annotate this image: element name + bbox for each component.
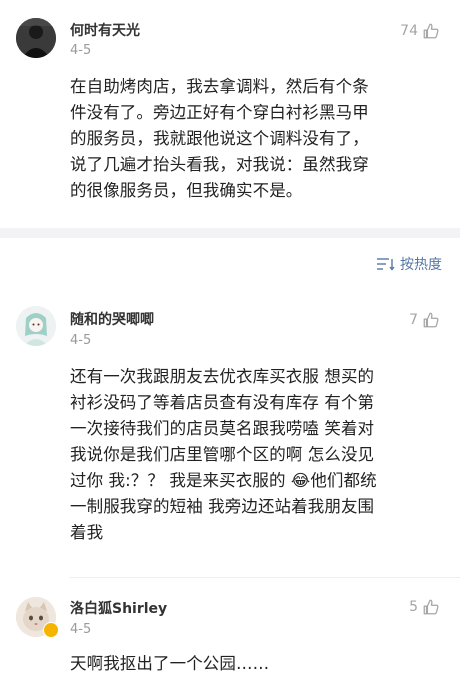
comment-line: 一次接待我们的店员莫名跟我唠嗑 笑着对 (70, 419, 375, 438)
laughing-crying-emoji: 😂 (290, 471, 311, 490)
section-divider (0, 228, 460, 238)
like-button[interactable]: 7 (409, 309, 440, 331)
comment-line: 天啊我抠出了一个公园…… (70, 654, 270, 673)
comment-date: 4-5 (70, 333, 92, 348)
sort-icon (377, 258, 395, 271)
sort-label: 按热度 (400, 257, 442, 273)
username[interactable]: 洛白狐Shirley (70, 598, 167, 618)
like-button[interactable]: 74 (400, 20, 440, 42)
like-count: 74 (400, 23, 418, 39)
comment-line: 着我 (70, 523, 104, 542)
comment-text: 还有一次我跟朋友去优衣库买衣服 想买的 衬衫没码了等着店员查有没有库存 有个第 … (70, 364, 445, 546)
comment-line-segment: 他们都统 (310, 471, 377, 490)
comment-line: 还有一次我跟朋友去优衣库买衣服 想买的 (70, 367, 375, 386)
verified-badge (43, 622, 59, 638)
like-button[interactable]: 5 (409, 596, 440, 618)
comment-line-segment: 过你 我:？？ 我是来买衣服的 (70, 471, 286, 490)
avatar[interactable] (16, 18, 56, 58)
avatar[interactable] (16, 306, 56, 346)
comment-text: 天啊我抠出了一个公园…… (70, 651, 445, 677)
comment-line: 一制服我穿的短袖 我旁边还站着我朋友围 (70, 497, 375, 516)
avatar-image (16, 306, 56, 346)
comment-line: 的服务员，我就跟他说这个调料没有了， (70, 129, 369, 148)
comment-line: 在自助烤肉店，我去拿调料，然后有个条 (70, 77, 369, 96)
comment-line: 过你 我:？？ 我是来买衣服的 😂他们都统 (70, 468, 445, 494)
comment-line: 件没有了。旁边正好有个穿白衬衫黑马甲 (70, 103, 369, 122)
comment-line: 我说你是我们店里管哪个区的啊 怎么没见 (70, 445, 375, 464)
comment-1: 何时有天光 4-5 74 在自助烤肉店，我去拿调料，然后有个条 件没有了。旁边正… (0, 0, 460, 228)
username[interactable]: 何时有天光 (70, 20, 140, 40)
comment-line: 说了几遍才抬头看我，对我说：虽然我穿 (70, 155, 369, 174)
avatar-image (16, 18, 56, 58)
sort-button[interactable]: 按热度 (377, 254, 442, 274)
thumbs-up-icon (423, 312, 439, 328)
comment-text: 在自助烤肉店，我去拿调料，然后有个条 件没有了。旁边正好有个穿白衬衫黑马甲 的服… (70, 74, 445, 204)
like-count: 5 (409, 599, 418, 615)
comment-date: 4-5 (70, 43, 92, 58)
thumbs-up-icon (423, 599, 439, 615)
comment-line: 的很像服务员，但我确实不是。 (70, 181, 303, 200)
username[interactable]: 随和的哭唧唧 (70, 309, 154, 329)
comment-separator (70, 577, 460, 578)
comment-line: 衬衫没码了等着店员查有没有库存 有个第 (70, 393, 375, 412)
like-count: 7 (409, 312, 418, 328)
thumbs-up-icon (423, 23, 439, 39)
comment-date: 4-5 (70, 622, 92, 637)
